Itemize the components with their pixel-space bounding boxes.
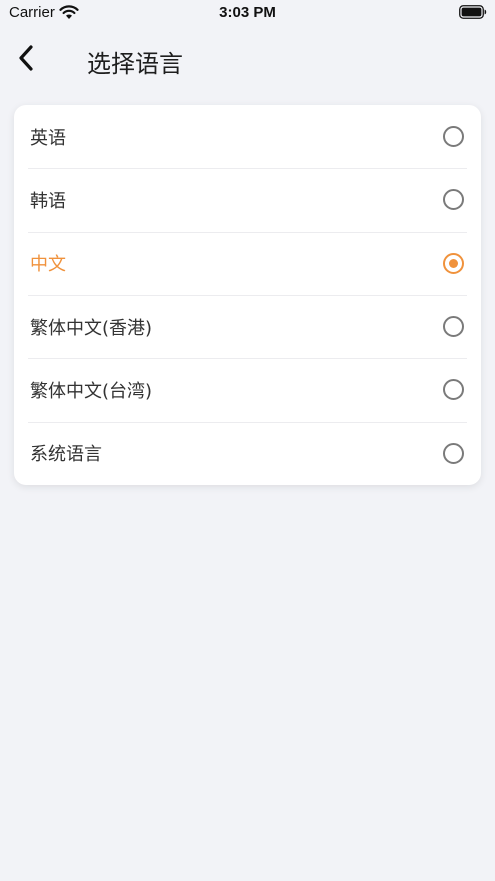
- language-option-traditional-chinese-hk[interactable]: 繁体中文(香港): [14, 294, 481, 358]
- navigation-bar: 选择语言: [0, 34, 495, 84]
- language-option-traditional-chinese-tw[interactable]: 繁体中文(台湾): [14, 358, 481, 421]
- status-time: 3:03 PM: [219, 4, 276, 21]
- radio-unselected-icon[interactable]: [443, 442, 464, 464]
- language-label: 繁体中文(香港): [30, 317, 153, 339]
- language-list: 英语 韩语 中文 繁体中文(香港) 繁体中文(台湾) 系统语言: [14, 105, 481, 485]
- radio-unselected-icon[interactable]: [443, 316, 464, 338]
- language-label: 系统语言: [30, 444, 102, 466]
- battery-icon: [459, 5, 487, 19]
- radio-unselected-icon[interactable]: [443, 126, 464, 148]
- language-option-english[interactable]: 英语: [14, 105, 481, 168]
- radio-unselected-icon[interactable]: [443, 189, 464, 211]
- chevron-left-icon: [19, 45, 33, 71]
- radio-selected-icon[interactable]: [443, 252, 464, 274]
- status-bar: Carrier 3:03 PM: [0, 0, 495, 26]
- language-label: 繁体中文(台湾): [30, 380, 153, 402]
- language-option-korean[interactable]: 韩语: [14, 168, 481, 231]
- back-button[interactable]: [8, 40, 44, 76]
- radio-unselected-icon[interactable]: [443, 379, 464, 401]
- language-option-system[interactable]: 系统语言: [14, 421, 481, 485]
- language-option-chinese[interactable]: 中文: [14, 231, 481, 295]
- language-label: 中文: [30, 254, 66, 276]
- radio-dot: [449, 258, 458, 268]
- language-label: 英语: [30, 127, 66, 149]
- page-title: 选择语言: [87, 50, 183, 78]
- language-label: 韩语: [30, 190, 66, 212]
